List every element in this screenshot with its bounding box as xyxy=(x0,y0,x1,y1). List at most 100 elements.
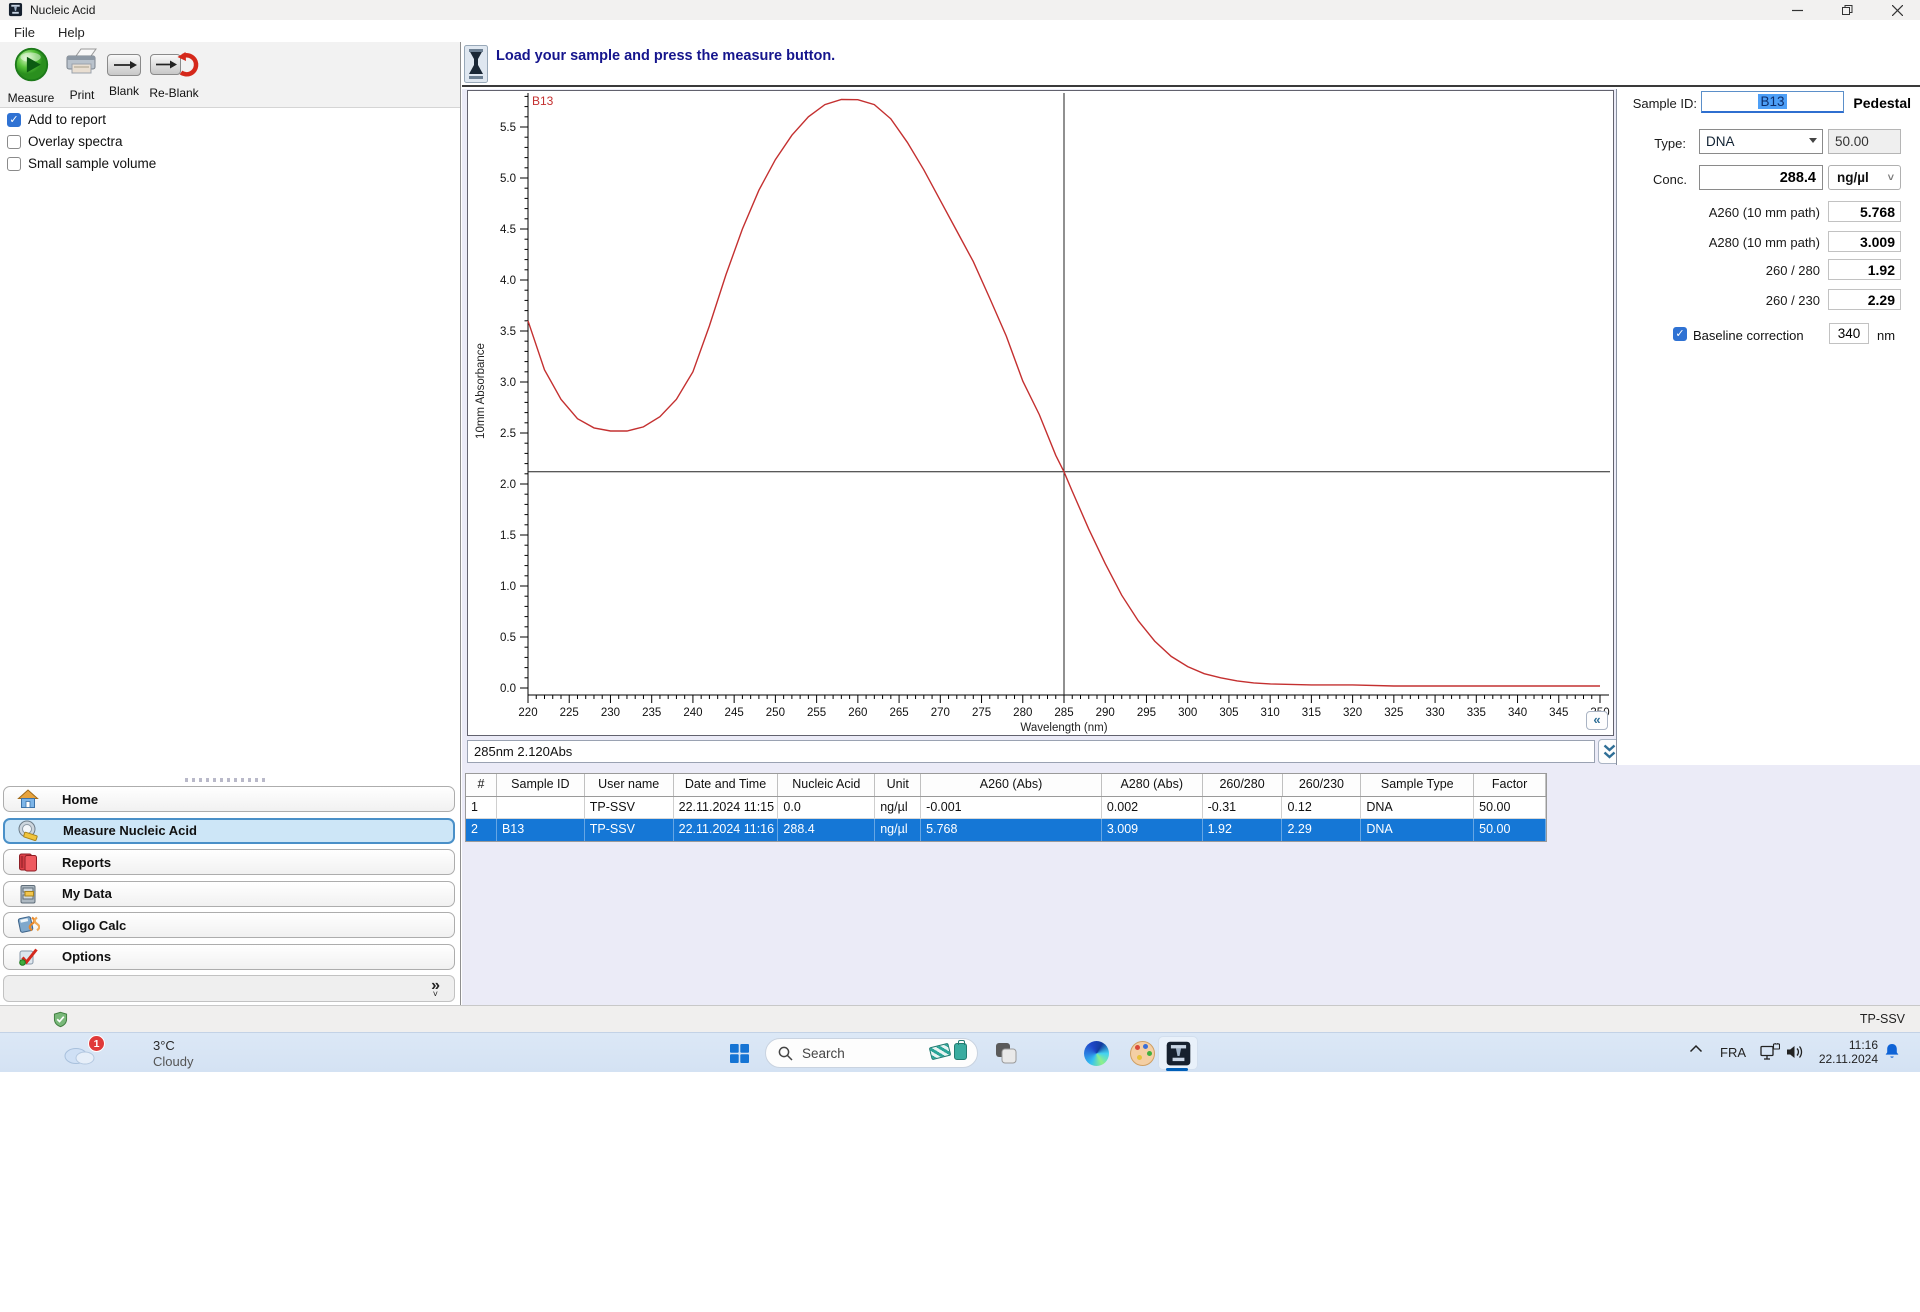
x-tick-label: 285 xyxy=(1054,707,1073,719)
menu-help[interactable]: Help xyxy=(52,23,91,42)
table-cell: 22.11.2024 11:15 xyxy=(674,797,779,818)
spectrum-chart: 0.00.51.01.52.02.53.03.54.04.55.05.52202… xyxy=(467,90,1614,736)
volume-icon[interactable] xyxy=(1785,1043,1805,1061)
edge-icon xyxy=(1084,1041,1109,1066)
status-message: Load your sample and press the measure b… xyxy=(496,48,835,64)
baseline-unit-label: nm xyxy=(1877,328,1895,343)
baseline-wavelength-field[interactable]: 340 xyxy=(1829,323,1869,344)
collapse-chart-button[interactable]: « xyxy=(1586,711,1608,730)
windows-logo-icon xyxy=(730,1044,749,1063)
table-row[interactable]: 1TP-SSV22.11.2024 11:150.0ng/µl-0.0010.0… xyxy=(466,797,1546,819)
app-icon xyxy=(8,2,23,17)
column-header: Sample ID xyxy=(497,774,585,796)
sidebar-item-oligo-calc[interactable]: Oligo Calc xyxy=(3,912,455,938)
print-button[interactable]: Print xyxy=(60,47,104,105)
nucleic-acid-app-button[interactable] xyxy=(1158,1036,1198,1070)
type-select[interactable]: DNA xyxy=(1699,129,1823,154)
menu-file[interactable]: File xyxy=(8,23,41,42)
tray-date: 22.11.2024 xyxy=(1810,1052,1878,1066)
x-tick-label: 330 xyxy=(1425,707,1444,719)
measure-button[interactable]: Measure xyxy=(5,47,57,105)
x-tick-label: 225 xyxy=(560,707,579,719)
weather-widget[interactable]: 1 3°C Cloudy xyxy=(60,1035,220,1071)
paint-button[interactable] xyxy=(1124,1036,1160,1070)
search-icon xyxy=(778,1046,793,1061)
tray-chevron-up-icon[interactable] xyxy=(1688,1043,1704,1055)
y-tick-label: 1.5 xyxy=(500,530,516,542)
blank-label: Blank xyxy=(104,84,144,98)
table-cell: B13 xyxy=(497,819,585,841)
edge-browser-button[interactable] xyxy=(1078,1036,1114,1070)
table-cell: 0.0 xyxy=(778,797,875,818)
table-row[interactable]: 2B13TP-SSV22.11.2024 11:16288.4ng/µl5.76… xyxy=(466,819,1546,841)
oligo-icon xyxy=(16,913,40,937)
table-cell: 2.29 xyxy=(1282,819,1361,841)
sidebar-item-label: Options xyxy=(62,949,111,964)
baseline-correction-checkbox[interactable]: ✓ xyxy=(1673,327,1687,341)
restore-button[interactable] xyxy=(1824,0,1870,20)
x-tick-label: 265 xyxy=(889,707,908,719)
overlapping-windows-icon xyxy=(995,1042,1017,1064)
mode-label: Pedestal xyxy=(1841,95,1917,111)
start-button[interactable] xyxy=(724,1039,754,1067)
sidebar-item-home[interactable]: Home xyxy=(3,786,455,812)
x-tick-label: 345 xyxy=(1549,707,1568,719)
ratio-260-280-value: 1.92 xyxy=(1828,259,1901,280)
x-tick-label: 325 xyxy=(1384,707,1403,719)
splitter-handle[interactable] xyxy=(185,778,265,782)
small-sample-volume-checkbox[interactable]: Small sample volume xyxy=(7,156,156,171)
tray-time: 11:16 xyxy=(1810,1038,1878,1052)
y-tick-label: 5.5 xyxy=(500,122,516,134)
window-title: Nucleic Acid xyxy=(30,3,95,17)
language-indicator[interactable]: FRA xyxy=(1720,1045,1746,1060)
measure-icon xyxy=(13,71,50,88)
active-app-indicator xyxy=(1166,1068,1188,1071)
y-axis-label: 10mm Absorbance xyxy=(475,343,487,439)
y-tick-label: 3.5 xyxy=(500,326,516,338)
nucleic-acid-app-icon xyxy=(1165,1040,1192,1067)
sample-id-input[interactable]: B13 xyxy=(1701,91,1844,113)
search-placeholder: Search xyxy=(802,1046,845,1061)
paint-palette-icon xyxy=(1130,1041,1155,1066)
clock[interactable]: 11:16 22.11.2024 xyxy=(1810,1038,1878,1066)
taskbar: 1 3°C Cloudy Search xyxy=(0,1032,1920,1072)
sidebar-item-my-data[interactable]: My Data xyxy=(3,881,455,907)
minimize-button[interactable] xyxy=(1774,0,1820,20)
table-cell: 50.00 xyxy=(1474,797,1546,818)
system-tray: FRA 11:16 22.11.2024 xyxy=(1680,1033,1920,1073)
notification-badge: 1 xyxy=(88,1035,105,1052)
shield-check-icon xyxy=(53,1011,68,1028)
checkbox-checked-icon: ✓ xyxy=(7,113,21,127)
conc-unit-select[interactable]: ng/µl˅ xyxy=(1828,165,1901,190)
notification-bell-icon[interactable] xyxy=(1883,1042,1901,1062)
blank-button[interactable]: Blank xyxy=(104,47,144,105)
x-tick-label: 295 xyxy=(1137,707,1156,719)
type-factor-field[interactable]: 50.00 xyxy=(1828,129,1901,154)
column-header: 260/230 xyxy=(1283,774,1362,796)
title-bar: Nucleic Acid xyxy=(0,0,1920,20)
menu-bar: File Help xyxy=(0,20,1920,42)
sidebar-item-measure-nucleic-acid[interactable]: Measure Nucleic Acid xyxy=(3,818,455,844)
table-cell: 3.009 xyxy=(1102,819,1203,841)
sidebar-item-options[interactable]: Options xyxy=(3,944,455,970)
network-icon[interactable] xyxy=(1760,1043,1780,1061)
results-table: #Sample IDUser nameDate and TimeNucleic … xyxy=(465,773,1547,842)
table-cell: 0.12 xyxy=(1282,797,1361,818)
current-user-label: TP-SSV xyxy=(1860,1012,1905,1026)
task-view-button[interactable] xyxy=(988,1036,1024,1070)
reblank-arrow-icon xyxy=(149,66,199,83)
close-button[interactable] xyxy=(1874,0,1920,20)
reblank-button[interactable]: Re-Blank xyxy=(146,47,202,105)
overlay-spectra-checkbox[interactable]: Overlay spectra xyxy=(7,134,123,149)
table-cell: DNA xyxy=(1361,797,1474,818)
add-to-report-checkbox[interactable]: ✓ Add to report xyxy=(7,112,106,127)
x-tick-label: 280 xyxy=(1013,707,1032,719)
y-tick-label: 0.5 xyxy=(500,632,516,644)
column-header: Factor xyxy=(1474,774,1546,796)
sidebar-collapse-bar[interactable]: » ˅ xyxy=(3,975,455,1002)
small-sample-volume-label: Small sample volume xyxy=(28,156,156,171)
search-box[interactable]: Search xyxy=(765,1038,978,1068)
weather-condition: Cloudy xyxy=(153,1054,193,1069)
desktop: Nucleic Acid File Help Measure Print Bla… xyxy=(0,0,1920,1312)
sidebar-item-reports[interactable]: Reports xyxy=(3,849,455,875)
